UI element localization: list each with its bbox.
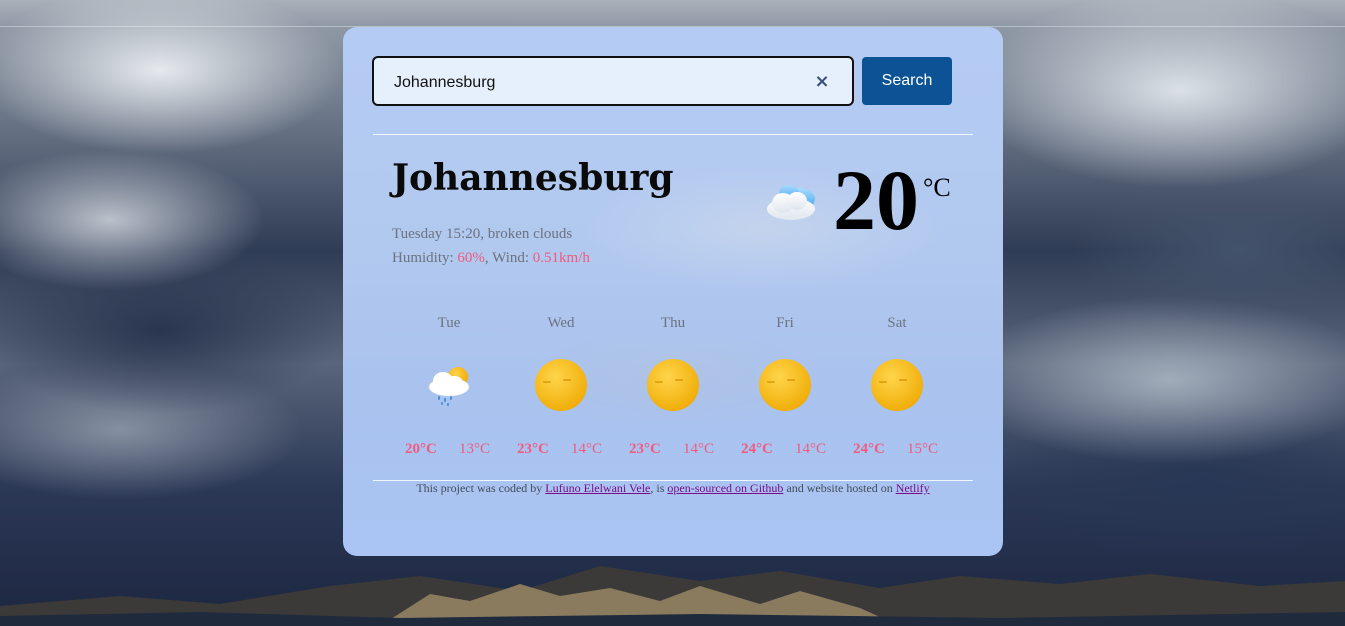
- temperature-unit: °C: [923, 173, 951, 202]
- date-description: Tuesday 15:20, broken clouds: [392, 226, 573, 242]
- forecast-low: 15°C: [907, 441, 939, 457]
- forecast-low: 14°C: [795, 441, 827, 457]
- background-top-strip: [0, 0, 1345, 27]
- footer-credits: This project was coded by Lufuno Elelwan…: [343, 481, 1003, 496]
- forecast-day-name: Sat: [887, 315, 907, 331]
- sun-icon: [535, 359, 587, 411]
- forecast-high: 24°C: [741, 441, 773, 457]
- forecast-low: 13°C: [459, 441, 491, 457]
- mountains-background: [0, 566, 1345, 626]
- humidity-value: 60%: [457, 250, 485, 266]
- weather-card: × Search Johannesburg Tuesday 15:20, bro…: [343, 27, 1003, 556]
- forecast-day: Wed 23°C 14°C: [505, 315, 617, 465]
- clear-search-icon[interactable]: ×: [812, 72, 832, 92]
- current-details: Tuesday 15:20, broken clouds Humidity: 6…: [392, 222, 590, 270]
- forecast-day: Fri 24°C 14°C: [729, 315, 841, 465]
- city-search-input[interactable]: [392, 70, 816, 96]
- forecast-day: Thu 23°C 14°C: [617, 315, 729, 465]
- humidity-label: Humidity:: [392, 250, 458, 266]
- footer-text: This project was coded by: [416, 481, 546, 495]
- light-rain-icon: [428, 367, 470, 406]
- top-divider: [373, 134, 973, 135]
- forecast-low: 14°C: [571, 441, 603, 457]
- broken-clouds-icon: [767, 185, 815, 220]
- sun-icon: [647, 359, 699, 411]
- netlify-link[interactable]: Netlify: [896, 481, 930, 495]
- forecast-day-name: Thu: [660, 315, 686, 331]
- city-name: Johannesburg: [392, 157, 674, 199]
- forecast-day-name: Wed: [547, 315, 575, 331]
- forecast-high: 20°C: [405, 441, 437, 457]
- current-temperature: 20: [833, 152, 919, 248]
- forecast-day: Sat 24°C 15°C: [841, 315, 953, 465]
- forecast-low: 14°C: [683, 441, 715, 457]
- humidity-wind-line: Humidity: 60%, Wind: 0.51km/h: [392, 246, 590, 270]
- search-button[interactable]: Search: [862, 57, 952, 105]
- sun-icon: [759, 359, 811, 411]
- forecast-day-name: Fri: [776, 315, 794, 331]
- github-link[interactable]: open-sourced on Github: [667, 481, 783, 495]
- forecast-high: 23°C: [517, 441, 549, 457]
- forecast-high: 23°C: [629, 441, 661, 457]
- forecast-row: Tue 20°C 13°C Wed 23°C 14°C Thu 23°C 14°…: [393, 315, 953, 465]
- forecast-day-name: Tue: [437, 315, 461, 331]
- search-form: × Search: [372, 56, 952, 106]
- footer-text: , is: [650, 481, 668, 495]
- wind-label: , Wind:: [484, 250, 533, 266]
- wind-value: 0.51km/h: [532, 250, 590, 266]
- sun-icon: [871, 359, 923, 411]
- forecast-high: 24°C: [853, 441, 885, 457]
- footer-text: and website hosted on: [783, 481, 896, 495]
- author-link[interactable]: Lufuno Elelwani Vele: [545, 481, 650, 495]
- search-box[interactable]: ×: [372, 56, 854, 106]
- forecast-day: Tue 20°C 13°C: [393, 315, 505, 465]
